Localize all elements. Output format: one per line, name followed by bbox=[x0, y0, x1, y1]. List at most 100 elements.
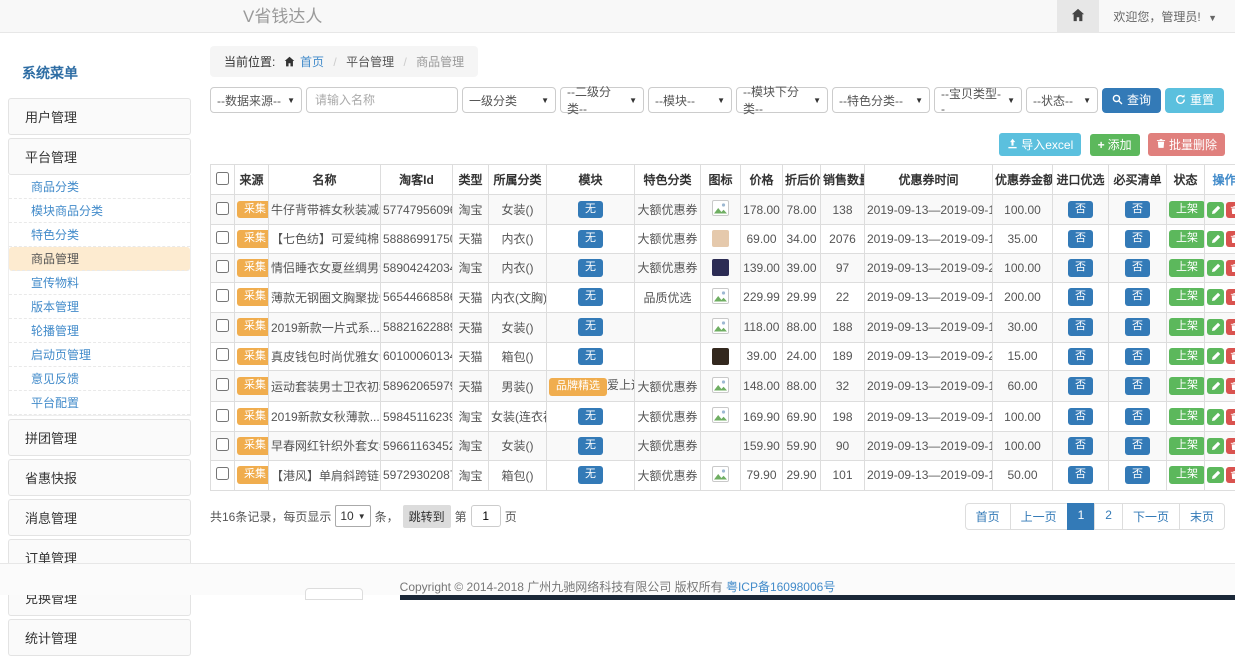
row-checkbox[interactable] bbox=[216, 409, 229, 422]
per-page-select[interactable]: 10 ▼ bbox=[335, 505, 370, 527]
page-link-首页[interactable]: 首页 bbox=[965, 503, 1011, 530]
import-select-toggle[interactable]: 否 bbox=[1068, 377, 1093, 395]
row-checkbox[interactable] bbox=[216, 231, 229, 244]
import-select-toggle[interactable]: 否 bbox=[1068, 437, 1093, 455]
must-buy-toggle[interactable]: 否 bbox=[1125, 288, 1150, 306]
page-link-2[interactable]: 2 bbox=[1094, 503, 1123, 530]
delete-button[interactable] bbox=[1226, 438, 1235, 454]
name-search-input[interactable] bbox=[306, 87, 458, 113]
sidebar-item-拼团管理[interactable]: 拼团管理 bbox=[8, 419, 191, 456]
delete-button[interactable] bbox=[1226, 378, 1235, 394]
sidebar-item-平台管理[interactable]: 平台管理 bbox=[8, 138, 191, 175]
status-toggle[interactable]: 上架 bbox=[1169, 377, 1205, 395]
sidebar-link-版本管理[interactable]: 版本管理 bbox=[9, 295, 190, 319]
row-checkbox[interactable] bbox=[216, 348, 229, 361]
filter-select-5[interactable]: --模块下分类--▼ bbox=[736, 87, 828, 113]
page-number-input[interactable] bbox=[471, 505, 501, 527]
user-menu[interactable]: 欢迎您，管理员! ▼ bbox=[1099, 8, 1235, 25]
import-select-toggle[interactable]: 否 bbox=[1068, 259, 1093, 277]
must-buy-toggle[interactable]: 否 bbox=[1125, 201, 1150, 219]
delete-button[interactable] bbox=[1226, 260, 1235, 276]
edit-button[interactable] bbox=[1207, 378, 1224, 394]
must-buy-toggle[interactable]: 否 bbox=[1125, 437, 1150, 455]
delete-button[interactable] bbox=[1226, 231, 1235, 247]
sidebar-link-特色分类[interactable]: 特色分类 bbox=[9, 223, 190, 247]
status-toggle[interactable]: 上架 bbox=[1169, 288, 1205, 306]
import-select-toggle[interactable]: 否 bbox=[1068, 466, 1093, 484]
status-toggle[interactable]: 上架 bbox=[1169, 348, 1205, 366]
sidebar-link-商品管理[interactable]: 商品管理 bbox=[9, 247, 190, 271]
must-buy-toggle[interactable]: 否 bbox=[1125, 348, 1150, 366]
page-link-下一页[interactable]: 下一页 bbox=[1122, 503, 1180, 530]
import-select-toggle[interactable]: 否 bbox=[1068, 288, 1093, 306]
import-excel-button[interactable]: 导入excel bbox=[999, 133, 1081, 156]
row-checkbox[interactable] bbox=[216, 202, 229, 215]
select-all-checkbox[interactable] bbox=[216, 172, 229, 185]
edit-button[interactable] bbox=[1207, 467, 1224, 483]
status-toggle[interactable]: 上架 bbox=[1169, 318, 1205, 336]
edit-button[interactable] bbox=[1207, 289, 1224, 305]
status-toggle[interactable]: 上架 bbox=[1169, 201, 1205, 219]
filter-select-6[interactable]: --特色分类--▼ bbox=[832, 87, 930, 113]
delete-button[interactable] bbox=[1226, 467, 1235, 483]
jump-button[interactable]: 跳转到 bbox=[403, 505, 451, 528]
must-buy-toggle[interactable]: 否 bbox=[1125, 466, 1150, 484]
filter-select-4[interactable]: --模块--▼ bbox=[648, 87, 732, 113]
sidebar-item-统计管理[interactable]: 统计管理 bbox=[8, 619, 191, 656]
must-buy-toggle[interactable]: 否 bbox=[1125, 377, 1150, 395]
filter-select-2[interactable]: 一级分类▼ bbox=[462, 87, 556, 113]
sidebar-link-轮播管理[interactable]: 轮播管理 bbox=[9, 319, 190, 343]
page-link-上一页[interactable]: 上一页 bbox=[1010, 503, 1068, 530]
filter-select-3[interactable]: --二级分类--▼ bbox=[560, 87, 644, 113]
delete-button[interactable] bbox=[1226, 409, 1235, 425]
reset-button[interactable]: 重置 bbox=[1165, 88, 1224, 113]
status-toggle[interactable]: 上架 bbox=[1169, 466, 1205, 484]
row-checkbox[interactable] bbox=[216, 378, 229, 391]
status-toggle[interactable]: 上架 bbox=[1169, 259, 1205, 277]
row-checkbox[interactable] bbox=[216, 260, 229, 273]
edit-button[interactable] bbox=[1207, 438, 1224, 454]
page-link-末页[interactable]: 末页 bbox=[1179, 503, 1225, 530]
filter-select-7[interactable]: --宝贝类型--▼ bbox=[934, 87, 1022, 113]
breadcrumb-platform[interactable]: 平台管理 bbox=[346, 55, 394, 69]
sidebar-link-启动页管理[interactable]: 启动页管理 bbox=[9, 343, 190, 367]
import-select-toggle[interactable]: 否 bbox=[1068, 318, 1093, 336]
home-button[interactable] bbox=[1057, 0, 1099, 33]
must-buy-toggle[interactable]: 否 bbox=[1125, 408, 1150, 426]
add-button[interactable]: + 添加 bbox=[1090, 134, 1140, 156]
edit-button[interactable] bbox=[1207, 319, 1224, 335]
delete-button[interactable] bbox=[1226, 289, 1235, 305]
status-toggle[interactable]: 上架 bbox=[1169, 437, 1205, 455]
batch-delete-button[interactable]: 批量删除 bbox=[1148, 133, 1225, 156]
delete-button[interactable] bbox=[1226, 319, 1235, 335]
query-button[interactable]: 查询 bbox=[1102, 88, 1161, 113]
filter-select-0[interactable]: --数据来源--▼ bbox=[210, 87, 302, 113]
row-checkbox[interactable] bbox=[216, 319, 229, 332]
edit-button[interactable] bbox=[1207, 260, 1224, 276]
must-buy-toggle[interactable]: 否 bbox=[1125, 259, 1150, 277]
filter-select-8[interactable]: --状态--▼ bbox=[1026, 87, 1098, 113]
row-checkbox[interactable] bbox=[216, 289, 229, 302]
status-toggle[interactable]: 上架 bbox=[1169, 230, 1205, 248]
sidebar-link-宣传物料[interactable]: 宣传物料 bbox=[9, 271, 190, 295]
row-checkbox[interactable] bbox=[216, 438, 229, 451]
import-select-toggle[interactable]: 否 bbox=[1068, 230, 1093, 248]
icp-link[interactable]: 粤ICP备16098006号 bbox=[726, 580, 835, 594]
import-select-toggle[interactable]: 否 bbox=[1068, 201, 1093, 219]
sidebar-link-平台配置[interactable]: 平台配置 bbox=[9, 391, 190, 415]
sidebar-item-消息管理[interactable]: 消息管理 bbox=[8, 499, 191, 536]
delete-button[interactable] bbox=[1226, 348, 1235, 364]
must-buy-toggle[interactable]: 否 bbox=[1125, 318, 1150, 336]
edit-button[interactable] bbox=[1207, 202, 1224, 218]
must-buy-toggle[interactable]: 否 bbox=[1125, 230, 1150, 248]
row-checkbox[interactable] bbox=[216, 467, 229, 480]
edit-button[interactable] bbox=[1207, 409, 1224, 425]
sidebar-item-用户管理[interactable]: 用户管理 bbox=[8, 98, 191, 135]
status-toggle[interactable]: 上架 bbox=[1169, 408, 1205, 426]
sidebar-link-意见反馈[interactable]: 意见反馈 bbox=[9, 367, 190, 391]
import-select-toggle[interactable]: 否 bbox=[1068, 408, 1093, 426]
edit-button[interactable] bbox=[1207, 231, 1224, 247]
page-link-1[interactable]: 1 bbox=[1067, 503, 1096, 530]
delete-button[interactable] bbox=[1226, 202, 1235, 218]
import-select-toggle[interactable]: 否 bbox=[1068, 348, 1093, 366]
